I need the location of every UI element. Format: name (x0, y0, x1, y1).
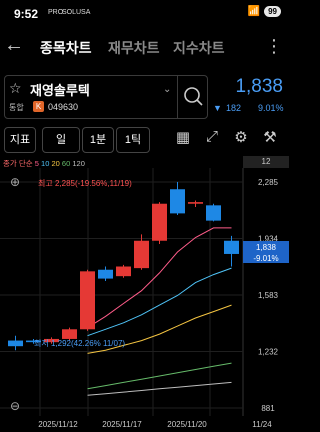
x-tick-label: 2025/11/12 (38, 420, 78, 429)
legend-ma60: 60 (61, 159, 71, 168)
back-arrow-icon[interactable]: ← (4, 34, 24, 57)
stock-code: 049630 (48, 102, 79, 112)
x-tick-label: 2025/11/20 (167, 420, 207, 429)
legend-ma10: 10 (41, 159, 50, 168)
legend-prefix: 종가 단순 (3, 159, 33, 168)
status-mini-label: PRO (48, 9, 64, 16)
gear-icon[interactable]: ⚙ (230, 128, 252, 146)
indicator-button[interactable]: 지표 (4, 127, 36, 153)
stock-selector[interactable]: ☆ 재영솔루텍 ⌄ 통합 K 049630 (4, 75, 208, 119)
more-menu-icon[interactable]: ⋮ (265, 36, 283, 57)
status-bar: 9:52 PRO SOL USA 📶 99 (0, 0, 289, 28)
candle-body (206, 205, 221, 221)
y-tick-label: 1,232 (258, 348, 279, 357)
grid-icon[interactable]: ▦ (172, 128, 194, 146)
expand-icon[interactable]: ⤢ (201, 128, 223, 145)
chevron-down-icon[interactable]: ⌄ (163, 84, 171, 95)
tab-stock-chart[interactable]: 종목차트 (40, 38, 92, 58)
change-percent: 9.01% (258, 103, 284, 113)
app-header: ← 종목차트 재무차트 지수차트 ⋮ (0, 28, 289, 66)
x-tick-label: 2025/11/17 (102, 420, 142, 429)
search-icon (184, 87, 203, 106)
zoom-out-icon[interactable]: ⊖ (10, 399, 20, 413)
y-tick-label: 1,583 (258, 291, 279, 300)
current-price-tag: 1,838 (256, 243, 277, 252)
y-tick-label: 2,285 (258, 178, 279, 187)
change-amount: 182 (226, 103, 242, 113)
tab-finance-chart[interactable]: 재무차트 (108, 38, 160, 58)
candle-body (116, 266, 131, 277)
candle-body (152, 203, 167, 241)
period-1tick-button[interactable]: 1틱 (116, 127, 150, 153)
change-arrow-icon: ▼ (213, 103, 222, 113)
favorite-star-icon[interactable]: ☆ (9, 80, 22, 97)
battery-badge: 99 (264, 6, 281, 17)
status-mini-label: SOL (62, 9, 77, 16)
candle-body (80, 271, 95, 330)
low-annotation: 최저 1,292(42.26% 11/07) (34, 338, 125, 348)
candle-body (224, 240, 239, 254)
chart-toolbar: 지표 일 1분 1틱 ▦ ⤢ ⚙ ⚒ (0, 124, 289, 154)
candle-body (134, 240, 149, 269)
current-change-tag: -9.01% (253, 254, 278, 263)
candle-body (188, 202, 203, 204)
zoom-in-icon[interactable]: ⊕ (10, 175, 20, 189)
tools-icon[interactable]: ⚒ (259, 128, 281, 146)
candlestick-chart[interactable]: 2,2851,9341,5831,232881 2025/11/12 2025/1… (0, 168, 289, 432)
legend-ma120: 120 (72, 159, 85, 168)
legend-ma20: 20 (51, 159, 60, 168)
status-time: 9:52 (14, 7, 39, 21)
y-axis-top-label: 12 (243, 156, 289, 168)
search-button[interactable] (177, 76, 208, 118)
candle-body (8, 340, 23, 347)
candle-body (62, 329, 77, 339)
market-label: 통합 (9, 103, 24, 112)
period-day-button[interactable]: 일 (42, 127, 80, 153)
x-tick-label: 11/24 (252, 420, 272, 429)
current-price: 1,838 (235, 76, 283, 97)
wifi-icon: 📶 (247, 6, 261, 17)
status-mini-label: USA (76, 9, 91, 16)
tab-index-chart[interactable]: 지수차트 (173, 38, 225, 58)
legend-ma5: 5 (34, 159, 39, 168)
candle-body (170, 189, 185, 214)
high-annotation: 최고 2,285(-19.56%,11/19) (38, 178, 132, 188)
stock-name: 재영솔루텍 (30, 83, 90, 98)
chart-bg (0, 168, 289, 432)
y-tick-label: 881 (261, 404, 275, 413)
candle-body (98, 269, 113, 279)
status-right: 📶 99 (248, 6, 281, 17)
market-badge-icon: K (33, 101, 44, 112)
period-1min-button[interactable]: 1분 (82, 127, 114, 153)
